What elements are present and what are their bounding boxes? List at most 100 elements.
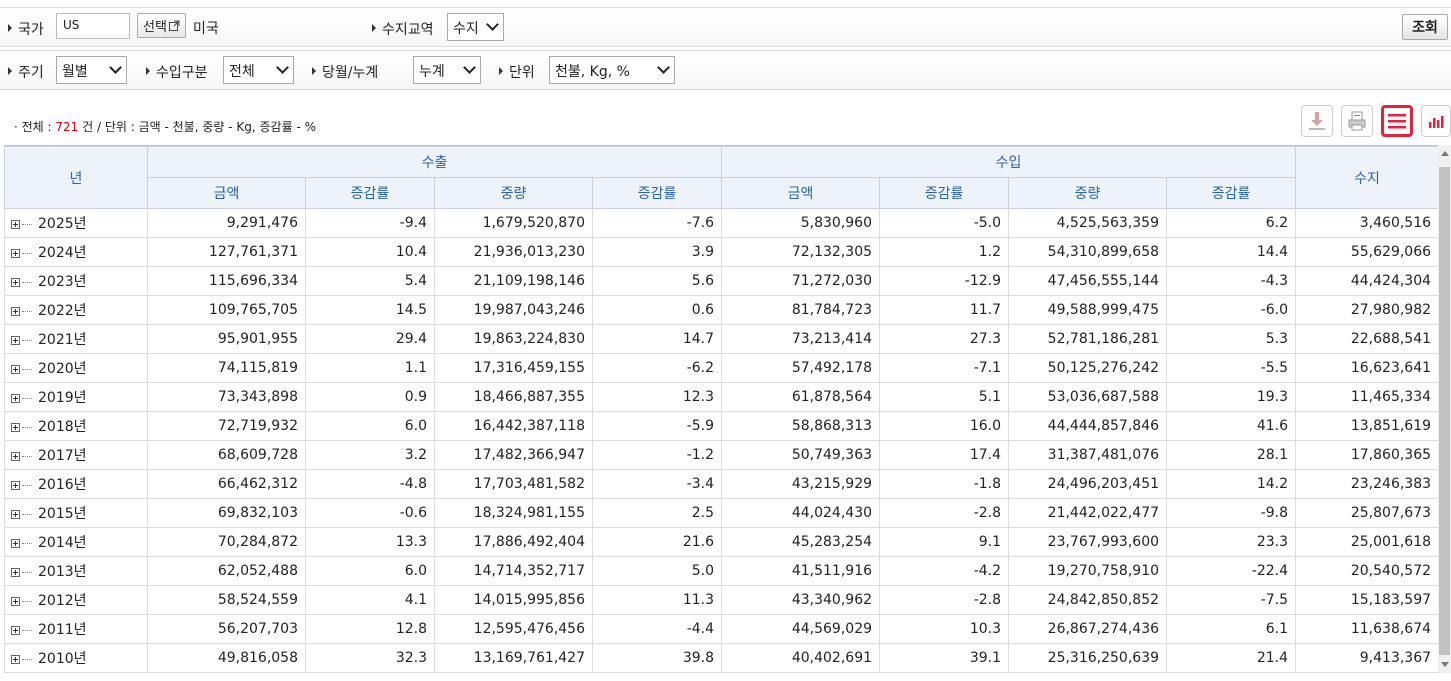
table-row[interactable]: 2010년 49,816,058 32.3 13,169,761,427 39.8 40,… — [4, 643, 1438, 673]
trade-table: 년 수출 수입 수지 금액 증감률 중량 증감률 금액 증감률 중량 증감률 2… — [4, 146, 1438, 673]
country-select-button[interactable]: 선택 — [137, 13, 186, 38]
table-row[interactable]: 2017년 68,609,728 3.2 17,482,366,947 -1.2 50,7… — [4, 440, 1438, 470]
country-name: 미국 — [193, 21, 219, 37]
header-import-weight[interactable]: 중량 — [1008, 177, 1168, 209]
header-export-weight[interactable]: 중량 — [434, 177, 593, 209]
search-button[interactable]: 조회 — [1402, 14, 1448, 40]
table-row[interactable]: 2024년 127,761,371 10.4 21,936,013,230 3.9 72,… — [4, 237, 1438, 267]
cell-balance: 44,424,304 — [1295, 266, 1438, 296]
cell-export-weight-rate: 14.7 — [591, 324, 723, 354]
table-row[interactable]: 2013년 62,052,488 6.0 14,714,352,717 5.0 41,51… — [4, 556, 1438, 586]
table-row[interactable]: 2011년 56,207,703 12.8 12,595,476,456 -4.4 44,… — [4, 614, 1438, 644]
download-icon — [1309, 112, 1325, 130]
filter-bar-bottom: 주기 월별 수입구분 전체 당월/누계 누계 단위 천불, Kg, % — [0, 50, 1451, 90]
header-year[interactable]: 년 — [4, 146, 148, 209]
expand-plus-icon[interactable] — [11, 481, 20, 490]
chevron-down-icon — [109, 61, 122, 74]
expand-plus-icon[interactable] — [11, 597, 20, 606]
cell-year[interactable]: 2020년 — [4, 353, 148, 383]
import-type-select[interactable]: 전체 — [223, 56, 294, 84]
cell-year[interactable]: 2014년 — [4, 527, 148, 557]
table-row[interactable]: 2020년 74,115,819 1.1 17,316,459,155 -6.2 57,4… — [4, 353, 1438, 383]
scroll-thumb[interactable] — [1439, 167, 1450, 655]
chart-view-button[interactable] — [1421, 105, 1451, 137]
cell-import-amount: 73,213,414 — [721, 324, 881, 354]
cell-year[interactable]: 2016년 — [4, 469, 148, 499]
cell-import-weight-rate: -7.5 — [1166, 585, 1297, 615]
cell-import-weight-rate: 6.2 — [1166, 208, 1297, 238]
expand-plus-icon[interactable] — [11, 220, 20, 229]
cell-year[interactable]: 2011년 — [4, 614, 148, 644]
cell-year[interactable]: 2023년 — [4, 266, 148, 296]
cell-year[interactable]: 2019년 — [4, 382, 148, 412]
cell-export-weight: 18,324,981,155 — [434, 498, 593, 528]
cell-year[interactable]: 2010년 — [4, 643, 148, 673]
expand-plus-icon[interactable] — [11, 539, 20, 548]
unit-select[interactable]: 천불, Kg, % — [549, 56, 675, 84]
cell-year[interactable]: 2022년 — [4, 295, 148, 325]
table-row[interactable]: 2014년 70,284,872 13.3 17,886,492,404 21.6 45,… — [4, 527, 1438, 557]
grid-scrollbar[interactable] — [1438, 145, 1451, 673]
table-row[interactable]: 2023년 115,696,334 5.4 21,109,198,146 5.6 71,2… — [4, 266, 1438, 296]
chevron-down-icon — [463, 61, 476, 74]
cumulative-select[interactable]: 누계 — [413, 56, 481, 84]
header-balance[interactable]: 수지 — [1295, 146, 1438, 209]
table-row[interactable]: 2018년 72,719,932 6.0 16,442,387,118 -5.9 58,8… — [4, 411, 1438, 441]
expand-plus-icon[interactable] — [11, 568, 20, 577]
country-code-input[interactable]: US — [56, 13, 130, 39]
header-import-amount-rate[interactable]: 증감률 — [879, 177, 1010, 209]
expand-plus-icon[interactable] — [11, 307, 20, 316]
table-row[interactable]: 2021년 95,901,955 29.4 19,863,224,830 14.7 73,… — [4, 324, 1438, 354]
expand-plus-icon[interactable] — [11, 365, 20, 374]
period-select[interactable]: 월별 — [56, 56, 127, 84]
chevron-down-icon — [657, 61, 670, 74]
table-row[interactable]: 2025년 9,291,476 -9.4 1,679,520,870 -7.6 5,830… — [4, 208, 1438, 238]
cell-year[interactable]: 2015년 — [4, 498, 148, 528]
country-label: 국가 — [8, 19, 44, 39]
table-row[interactable]: 2012년 58,524,559 4.1 14,015,995,856 11.3 43,3… — [4, 585, 1438, 615]
expand-plus-icon[interactable] — [11, 394, 20, 403]
header-export-amount[interactable]: 금액 — [147, 177, 306, 209]
expand-plus-icon[interactable] — [11, 336, 20, 345]
chevron-down-icon — [276, 61, 289, 74]
scroll-up-arrow-icon[interactable] — [1441, 151, 1449, 156]
cell-export-amount: 72,719,932 — [147, 411, 306, 441]
scroll-down-arrow-icon[interactable] — [1441, 662, 1449, 667]
cell-export-amount-rate: 32.3 — [305, 643, 435, 673]
expand-plus-icon[interactable] — [11, 510, 20, 519]
table-row[interactable]: 2016년 66,462,312 -4.8 17,703,481,582 -3.4 43,… — [4, 469, 1438, 499]
cell-import-amount-rate: 1.2 — [879, 237, 1010, 267]
expand-plus-icon[interactable] — [11, 626, 20, 635]
cell-year[interactable]: 2025년 — [4, 208, 148, 238]
cell-year[interactable]: 2017년 — [4, 440, 148, 470]
expand-plus-icon[interactable] — [11, 249, 20, 258]
cell-export-weight-rate: -5.9 — [591, 411, 723, 441]
cell-balance: 23,246,383 — [1295, 469, 1438, 499]
cell-year[interactable]: 2018년 — [4, 411, 148, 441]
tree-connector — [22, 398, 32, 399]
cell-year[interactable]: 2012년 — [4, 585, 148, 615]
import-type-label: 수입구분 — [146, 62, 208, 82]
expand-plus-icon[interactable] — [11, 278, 20, 287]
cell-year[interactable]: 2013년 — [4, 556, 148, 586]
cell-import-weight: 25,316,250,639 — [1008, 643, 1168, 673]
table-row[interactable]: 2015년 69,832,103 -0.6 18,324,981,155 2.5 44,0… — [4, 498, 1438, 528]
print-button[interactable] — [1341, 105, 1373, 137]
cell-export-weight-rate: 2.5 — [591, 498, 723, 528]
expand-plus-icon[interactable] — [11, 655, 20, 664]
year-label: 2013년 — [38, 564, 87, 580]
table-view-button[interactable] — [1381, 105, 1413, 137]
download-button[interactable] — [1301, 105, 1333, 137]
cell-year[interactable]: 2021년 — [4, 324, 148, 354]
header-export-weight-rate[interactable]: 증감률 — [591, 177, 723, 209]
trade-type-select[interactable]: 수지 — [447, 13, 504, 41]
header-import-amount[interactable]: 금액 — [721, 177, 881, 209]
table-row[interactable]: 2022년 109,765,705 14.5 19,987,043,246 0.6 81,… — [4, 295, 1438, 325]
expand-plus-icon[interactable] — [11, 423, 20, 432]
header-import-weight-rate[interactable]: 증감률 — [1166, 177, 1297, 209]
cell-import-amount-rate: -1.8 — [879, 469, 1010, 499]
table-row[interactable]: 2019년 73,343,898 0.9 18,466,887,355 12.3 61,8… — [4, 382, 1438, 412]
expand-plus-icon[interactable] — [11, 452, 20, 461]
header-export-amount-rate[interactable]: 증감률 — [305, 177, 435, 209]
cell-year[interactable]: 2024년 — [4, 237, 148, 267]
